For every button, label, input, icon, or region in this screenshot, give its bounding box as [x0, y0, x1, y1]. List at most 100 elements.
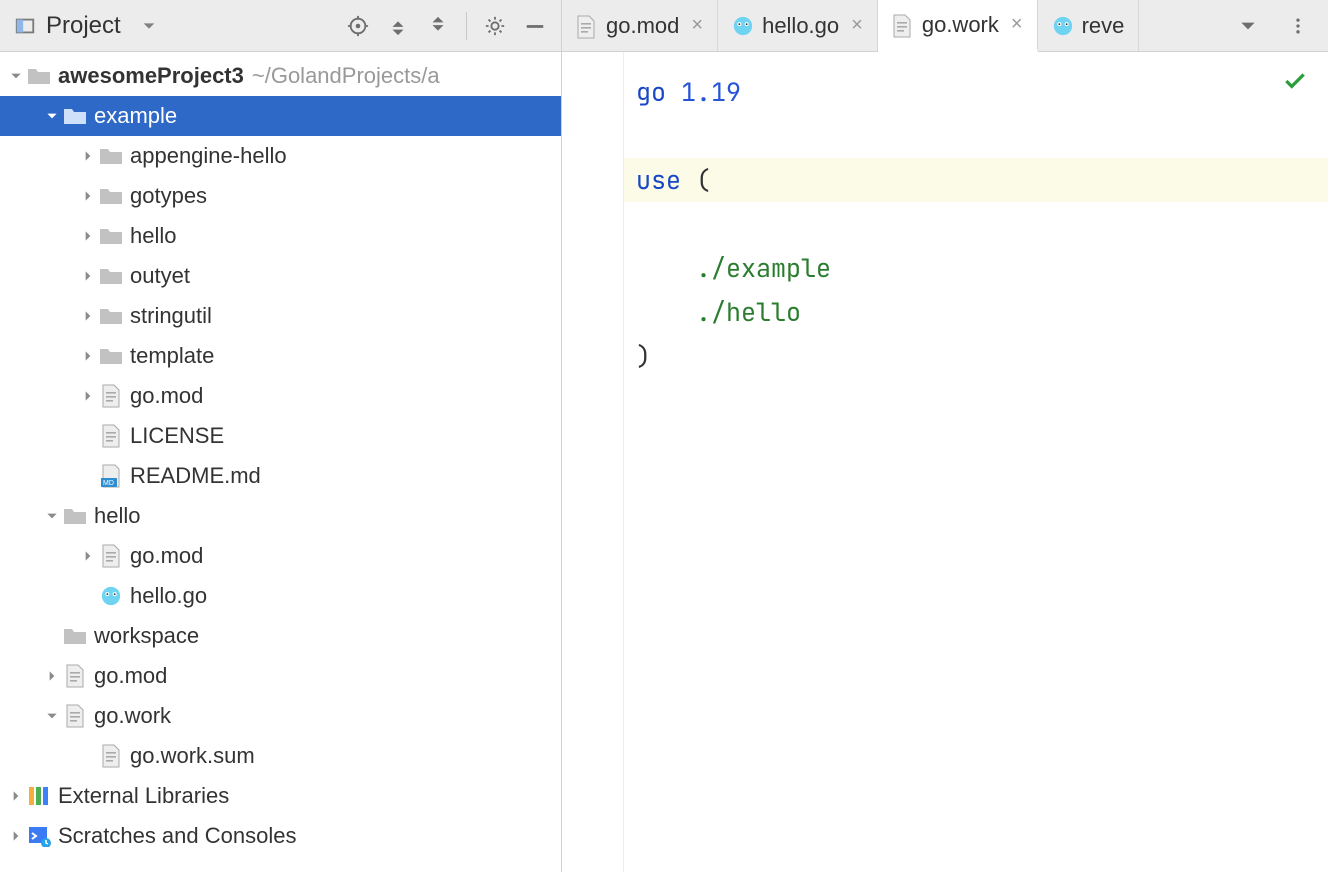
go-file-icon: [98, 585, 124, 607]
chevron-right-icon[interactable]: [78, 389, 98, 403]
editor-area: go.mod×hello.go×go.work×reve go 1.19 use…: [562, 0, 1328, 872]
chevron-right-icon[interactable]: [42, 669, 62, 683]
chevron-right-icon[interactable]: [6, 789, 26, 803]
folder-icon: [62, 106, 88, 126]
tab-label: go.mod: [606, 13, 679, 39]
editor-tab[interactable]: go.work×: [878, 0, 1038, 52]
svg-text:MD: MD: [103, 480, 114, 487]
tab-label: hello.go: [762, 13, 839, 39]
tree-item[interactable]: go.work.sum: [0, 736, 561, 776]
file-icon: [576, 15, 598, 37]
tree-item[interactable]: hello: [0, 496, 561, 536]
tree-item[interactable]: example: [0, 96, 561, 136]
close-icon[interactable]: ×: [851, 14, 863, 37]
tree-label: README.md: [130, 463, 261, 489]
file-icon: [98, 744, 124, 768]
locate-icon[interactable]: [340, 8, 376, 44]
editor-tab[interactable]: go.mod ×: [562, 0, 718, 51]
chevron-right-icon[interactable]: [6, 829, 26, 843]
chevron-down-icon[interactable]: [1230, 8, 1266, 44]
hide-icon[interactable]: [517, 8, 553, 44]
chevron-right-icon[interactable]: [78, 269, 98, 283]
go-file-icon: [1052, 15, 1074, 37]
tree-label: stringutil: [130, 303, 212, 329]
project-toolbar: Project: [0, 0, 561, 52]
tree-label: go.mod: [130, 543, 203, 569]
tree-label: LICENSE: [130, 423, 224, 449]
tree-root[interactable]: awesomeProject3 ~/GolandProjects/a: [0, 56, 561, 96]
chevron-down-icon[interactable]: [42, 509, 62, 523]
code-content[interactable]: go 1.19 use ( ./example ./hello ): [624, 52, 1328, 872]
tree-label: External Libraries: [58, 783, 229, 809]
code-token: ./example: [696, 251, 831, 285]
close-icon[interactable]: ×: [1011, 13, 1023, 36]
tree-item[interactable]: workspace: [0, 616, 561, 656]
tree-item[interactable]: appengine-hello: [0, 136, 561, 176]
go-file-icon: [732, 15, 754, 37]
tree-item[interactable]: MD README.md: [0, 456, 561, 496]
project-tree[interactable]: awesomeProject3 ~/GolandProjects/a examp…: [0, 52, 561, 872]
code-token: use: [636, 163, 681, 197]
tree-item[interactable]: outyet: [0, 256, 561, 296]
chevron-down-icon[interactable]: [42, 709, 62, 723]
tree-item[interactable]: gotypes: [0, 176, 561, 216]
tree-label: template: [130, 343, 214, 369]
folder-icon: [98, 146, 124, 166]
chevron-right-icon[interactable]: [78, 549, 98, 563]
tree-item[interactable]: LICENSE: [0, 416, 561, 456]
scratches-and-consoles[interactable]: Scratches and Consoles: [0, 816, 561, 856]
code-editor[interactable]: go 1.19 use ( ./example ./hello ): [562, 52, 1328, 872]
file-icon: [98, 544, 124, 568]
folder-icon: [98, 226, 124, 246]
tree-item[interactable]: stringutil: [0, 296, 561, 336]
library-icon: [26, 785, 52, 807]
chevron-right-icon[interactable]: [78, 229, 98, 243]
external-libraries[interactable]: External Libraries: [0, 776, 561, 816]
tree-label: gotypes: [130, 183, 207, 209]
folder-icon: [62, 506, 88, 526]
code-token: go: [636, 75, 666, 109]
tree-item[interactable]: go.mod: [0, 536, 561, 576]
inspection-ok-icon[interactable]: [1282, 68, 1308, 94]
editor-tab[interactable]: hello.go ×: [718, 0, 878, 51]
folder-icon: [62, 626, 88, 646]
separator: [466, 12, 467, 40]
code-token: ./hello: [696, 295, 801, 329]
gutter: [562, 52, 624, 872]
collapse-all-icon[interactable]: [420, 8, 456, 44]
file-icon: [98, 384, 124, 408]
more-icon[interactable]: [1280, 8, 1316, 44]
folder-icon: [98, 346, 124, 366]
chevron-right-icon[interactable]: [78, 349, 98, 363]
close-icon[interactable]: ×: [691, 14, 703, 37]
project-view-selector[interactable]: [131, 8, 167, 44]
tree-label: Scratches and Consoles: [58, 823, 296, 849]
tree-item[interactable]: hello: [0, 216, 561, 256]
chevron-down-icon[interactable]: [42, 109, 62, 123]
tree-label: hello: [130, 223, 176, 249]
tree-label: appengine-hello: [130, 143, 287, 169]
tree-item[interactable]: template: [0, 336, 561, 376]
chevron-right-icon[interactable]: [78, 149, 98, 163]
toolwindow-icon: [14, 15, 36, 37]
gear-icon[interactable]: [477, 8, 513, 44]
tree-item[interactable]: go.mod: [0, 376, 561, 416]
tree-label: hello.go: [130, 583, 207, 609]
tree-item[interactable]: hello.go: [0, 576, 561, 616]
tree-label: go.mod: [130, 383, 203, 409]
tree-label: go.work.sum: [130, 743, 255, 769]
editor-tabbar: go.mod×hello.go×go.work×reve: [562, 0, 1328, 52]
markdown-file-icon: MD: [98, 464, 124, 488]
folder-icon: [98, 186, 124, 206]
chevron-down-icon[interactable]: [6, 69, 26, 83]
tree-item[interactable]: go.mod: [0, 656, 561, 696]
chevron-right-icon[interactable]: [78, 309, 98, 323]
tree-label: hello: [94, 503, 140, 529]
tree-item[interactable]: go.work: [0, 696, 561, 736]
file-icon: [62, 664, 88, 688]
editor-tab[interactable]: reve: [1038, 0, 1140, 51]
expand-all-icon[interactable]: [380, 8, 416, 44]
tree-label: go.work: [94, 703, 171, 729]
tree-label: workspace: [94, 623, 199, 649]
chevron-right-icon[interactable]: [78, 189, 98, 203]
